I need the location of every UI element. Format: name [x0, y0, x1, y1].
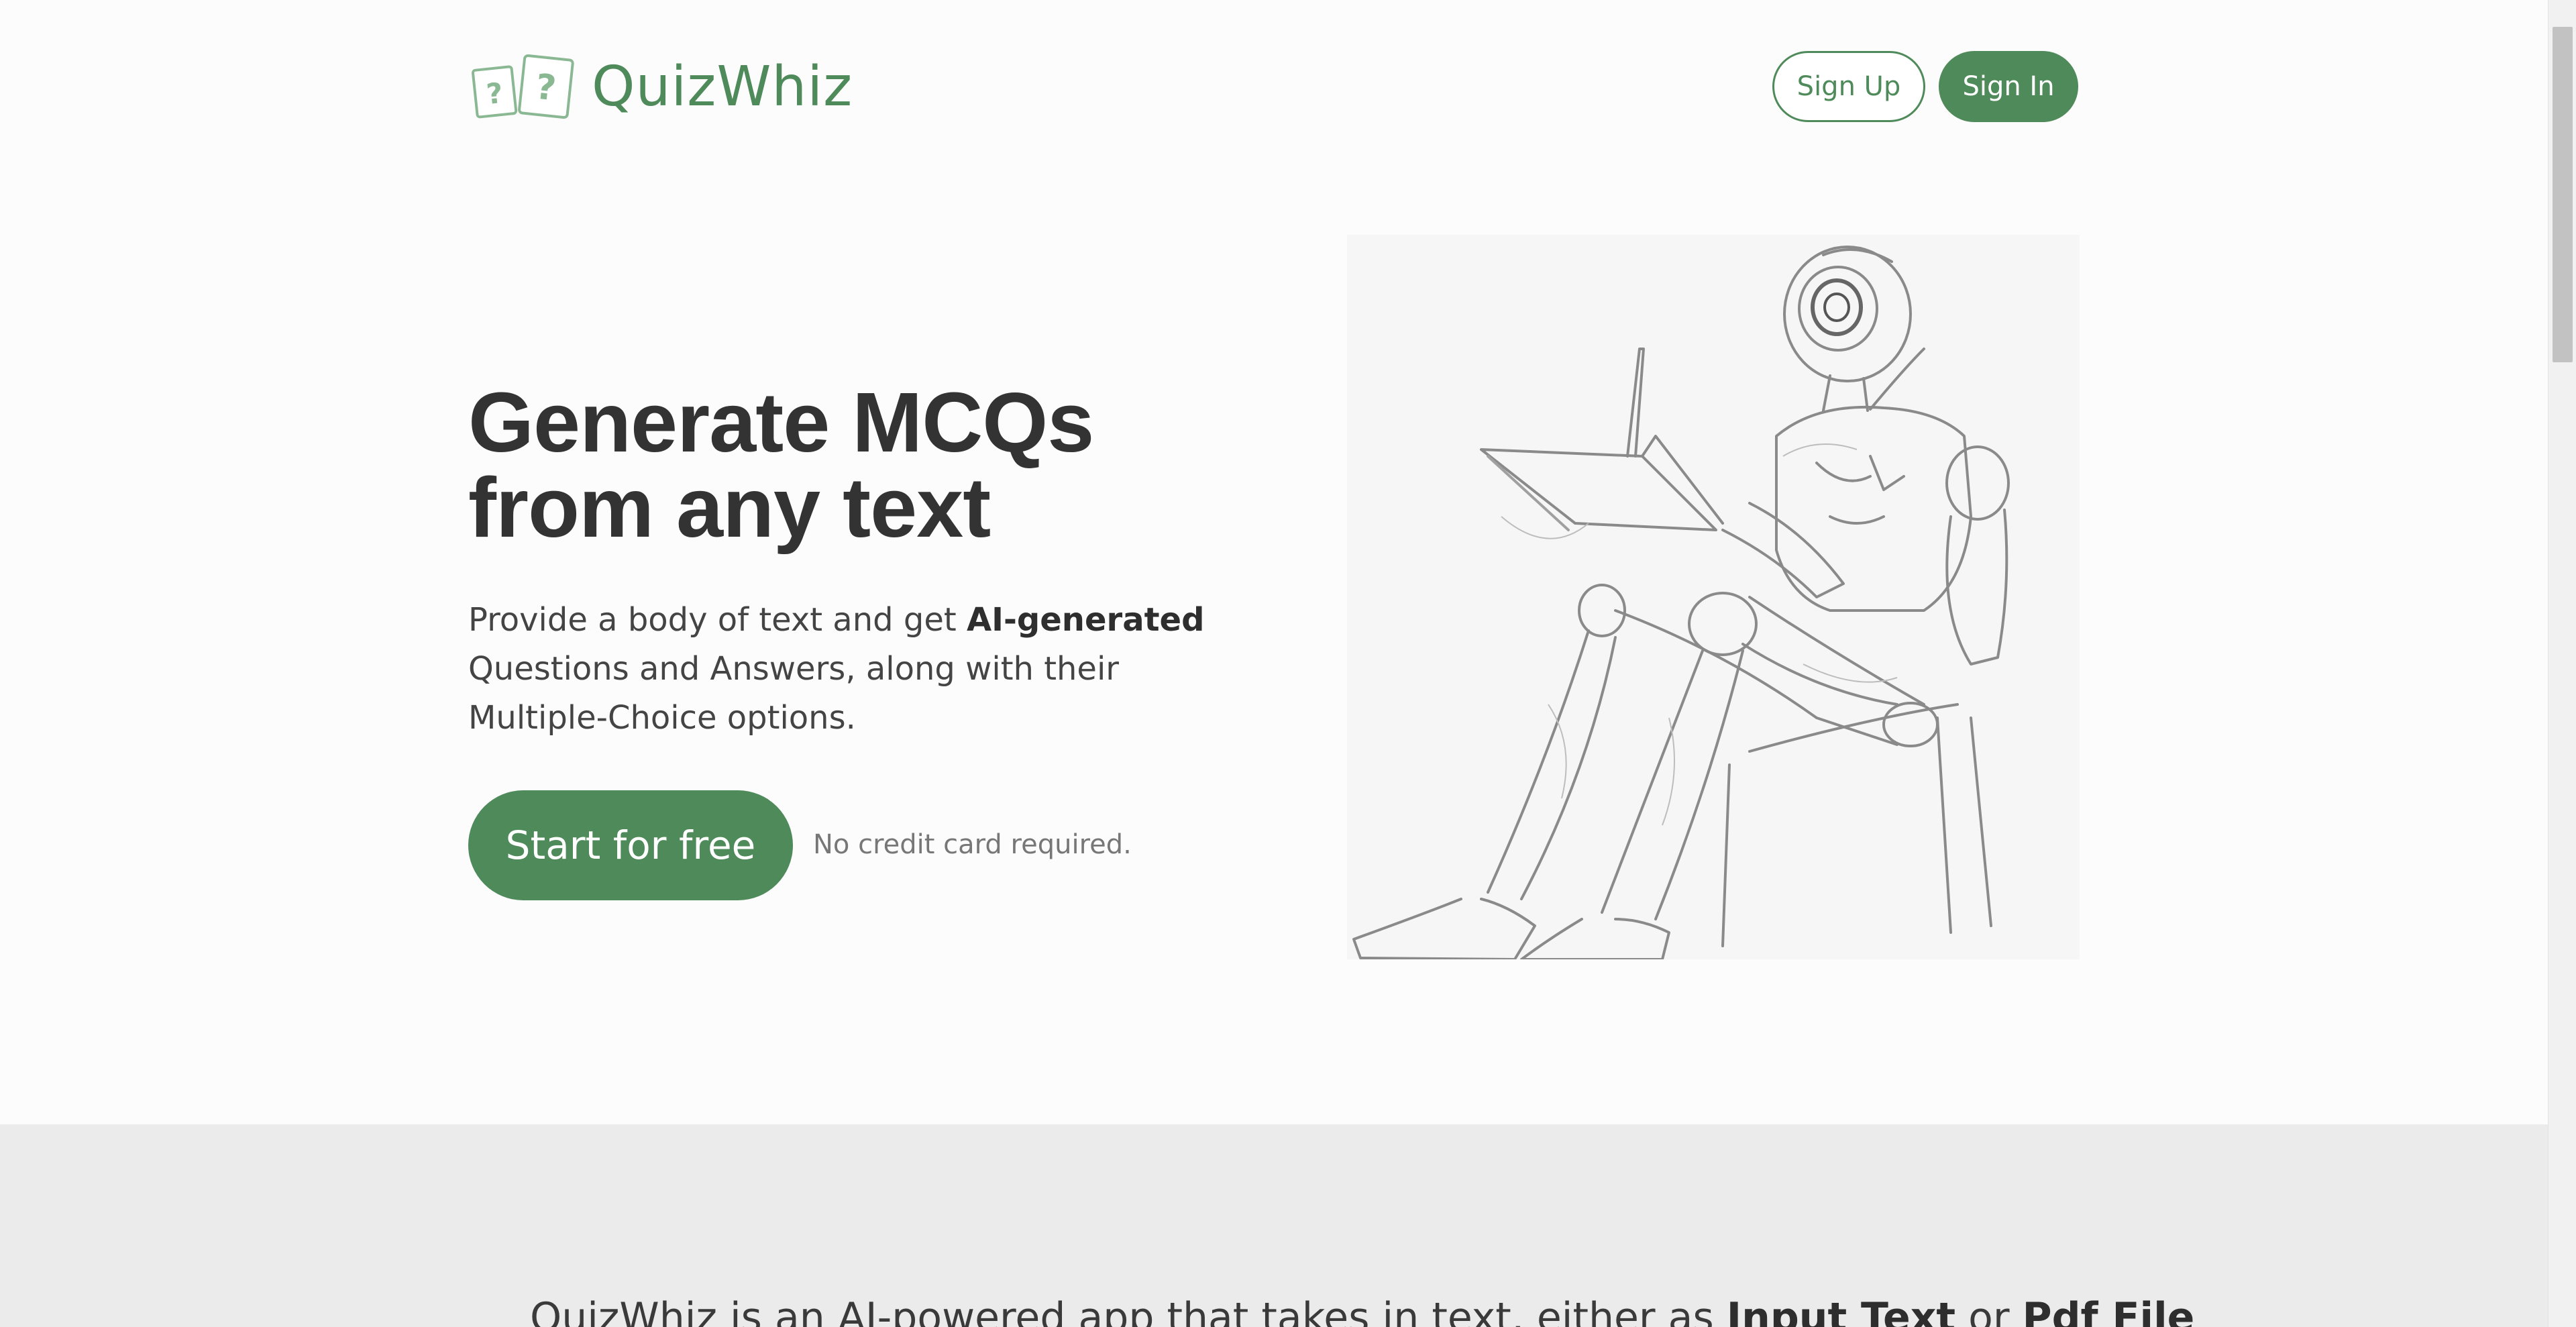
hero-desc-part2: Questions and Answers, along with their … — [468, 650, 1120, 737]
sign-up-button[interactable]: Sign Up — [1772, 51, 1925, 122]
question-cards-icon: ? ? — [468, 50, 582, 125]
intro-part1: QuizWhiz is an AI-powered app that takes… — [530, 1294, 1727, 1327]
site-header: ? ? QuizWhiz Sign Up Sign In — [468, 47, 2078, 127]
intro-bold-pdf-file: Pdf File — [2022, 1294, 2195, 1327]
sign-in-button[interactable]: Sign In — [1939, 51, 2078, 122]
intro-part2: or — [1955, 1294, 2023, 1327]
logo[interactable]: ? ? QuizWhiz — [468, 50, 853, 125]
intro-section: QuizWhiz is an AI-powered app that takes… — [0, 1124, 2548, 1327]
robot-reading-illustration — [1347, 235, 2080, 959]
svg-text:?: ? — [534, 67, 558, 109]
scrollbar-thumb[interactable] — [2553, 27, 2573, 362]
logo-text: QuizWhiz — [592, 55, 853, 119]
intro-text: QuizWhiz is an AI-powered app that takes… — [530, 1291, 2194, 1327]
intro-bold-input-text: Input Text — [1726, 1294, 1956, 1327]
hero-title-line2: from any text — [468, 460, 991, 555]
vertical-scrollbar[interactable] — [2548, 0, 2576, 1327]
hero-desc-bold: AI-generated — [966, 601, 1205, 639]
hero-title-line1: Generate MCQs — [468, 375, 1094, 470]
svg-text:?: ? — [485, 76, 504, 111]
cta-note: No credit card required. — [813, 829, 1132, 860]
hero-desc-part1: Provide a body of text and get — [468, 601, 967, 639]
start-for-free-button[interactable]: Start for free — [468, 790, 793, 900]
page: ? ? QuizWhiz Sign Up Sign In Generate MC… — [0, 0, 2548, 1327]
hero-description: Provide a body of text and get AI-genera… — [468, 596, 1206, 743]
hero-title: Generate MCQs from any text — [468, 380, 1273, 550]
robot-sketch-icon — [1352, 246, 2010, 959]
